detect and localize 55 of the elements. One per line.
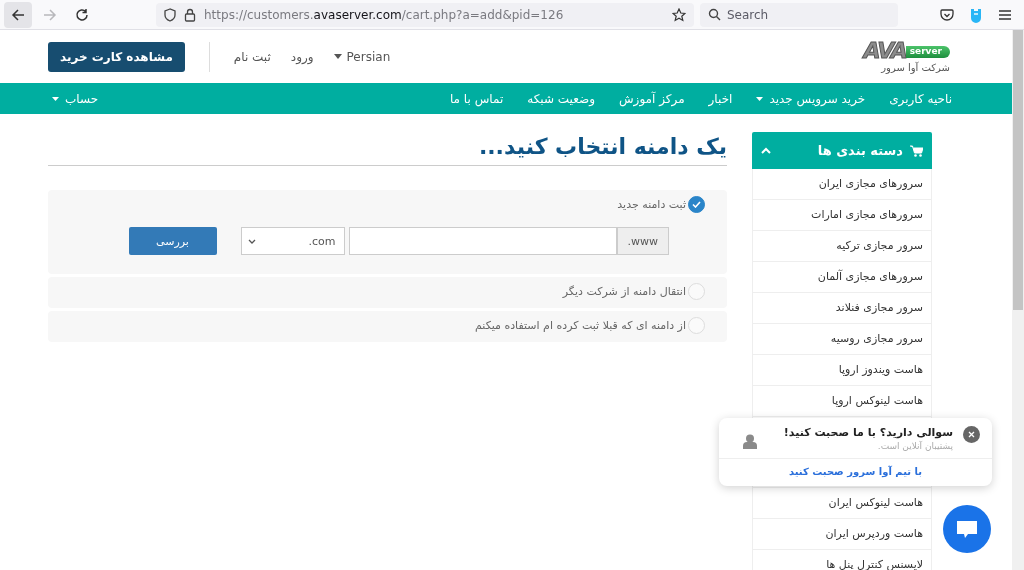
option-label[interactable]: انتقال دامنه از شرکت دیگر [562, 285, 686, 298]
back-button[interactable] [4, 1, 32, 28]
category-item[interactable]: سرورهای مجازی آلمان [753, 262, 931, 293]
page-title: یک دامنه انتخاب کنید... [48, 132, 727, 166]
chevron-down-icon [247, 238, 256, 244]
chat-title: سوالی دارید؟ با ما صحبت کنید! [782, 426, 953, 439]
chat-link[interactable]: با تیم آوا سرور صحبت کنید [719, 459, 992, 486]
close-button[interactable] [963, 426, 980, 443]
tld-select[interactable]: com. [240, 227, 345, 255]
radio-button[interactable] [688, 196, 705, 213]
category-item[interactable]: سرور مجازی فنلاند [753, 293, 931, 324]
reload-icon [75, 7, 89, 22]
url-text: https://customers.avaserver.com/cart.php?a=add&pid=126 [204, 7, 565, 22]
lock-icon[interactable] [184, 7, 196, 22]
search-icon [708, 8, 721, 21]
logo-mark: AVA [863, 40, 906, 61]
category-item[interactable]: سرورهای مجازی امارات [753, 200, 931, 231]
address-bar[interactable]: https://customers.avaserver.com/cart.php?a=add&pid=126 [156, 2, 694, 27]
star-icon[interactable] [672, 7, 686, 22]
caret-icon [333, 54, 342, 59]
back-arrow-icon [11, 7, 25, 22]
scrollbar[interactable] [1012, 30, 1024, 570]
option-label[interactable]: از دامنه ای که قبلا ثبت کرده ام استفاده میکنم [475, 319, 686, 332]
pocket-icon[interactable] [940, 7, 954, 22]
option-label[interactable]: ثبت دامنه جدید [617, 198, 686, 211]
check-button[interactable]: بررسی [128, 227, 217, 255]
chevron-up-icon[interactable] [761, 147, 771, 154]
category-item[interactable]: هاست لینوکس ایران [753, 487, 931, 519]
category-item[interactable]: هاست ویندوز اروپا [753, 355, 931, 386]
check-icon [692, 201, 701, 208]
shield-icon[interactable] [164, 7, 176, 22]
category-item[interactable]: سرورهای مجازی ایران [753, 169, 931, 200]
login-link[interactable]: ورود [290, 49, 314, 64]
logo-tag: server [905, 45, 950, 58]
category-item[interactable]: هاست لینوکس اروپا [753, 386, 931, 417]
language-selector[interactable]: Persian [333, 49, 391, 64]
register-link[interactable]: ثبت نام [233, 49, 271, 64]
search-placeholder: Search [727, 7, 769, 22]
chat-button[interactable] [943, 505, 991, 553]
domain-prefix: .www [616, 227, 669, 255]
user-icon [743, 434, 757, 449]
close-icon [968, 431, 975, 438]
category-item[interactable]: سرور مجازی روسیه [753, 324, 931, 355]
menu-icon[interactable] [998, 8, 1012, 21]
chat-bubble-icon [956, 519, 978, 539]
category-item[interactable]: لایسنس کنترل پنل ها [753, 550, 931, 570]
logo-company-name: شرکت آوا سرور [881, 61, 950, 73]
chat-status: پشتیبان آنلاین است. [876, 441, 953, 451]
search-field[interactable]: Search [700, 2, 898, 27]
category-item[interactable]: هاست وردپرس ایران [753, 519, 931, 550]
domain-input[interactable] [348, 227, 617, 255]
category-item[interactable]: سرور مجازی ترکیه [753, 231, 931, 262]
cart-icon [910, 144, 923, 157]
forward-arrow-icon [43, 7, 57, 22]
view-cart-button[interactable]: مشاهده کارت خرید [48, 41, 185, 72]
